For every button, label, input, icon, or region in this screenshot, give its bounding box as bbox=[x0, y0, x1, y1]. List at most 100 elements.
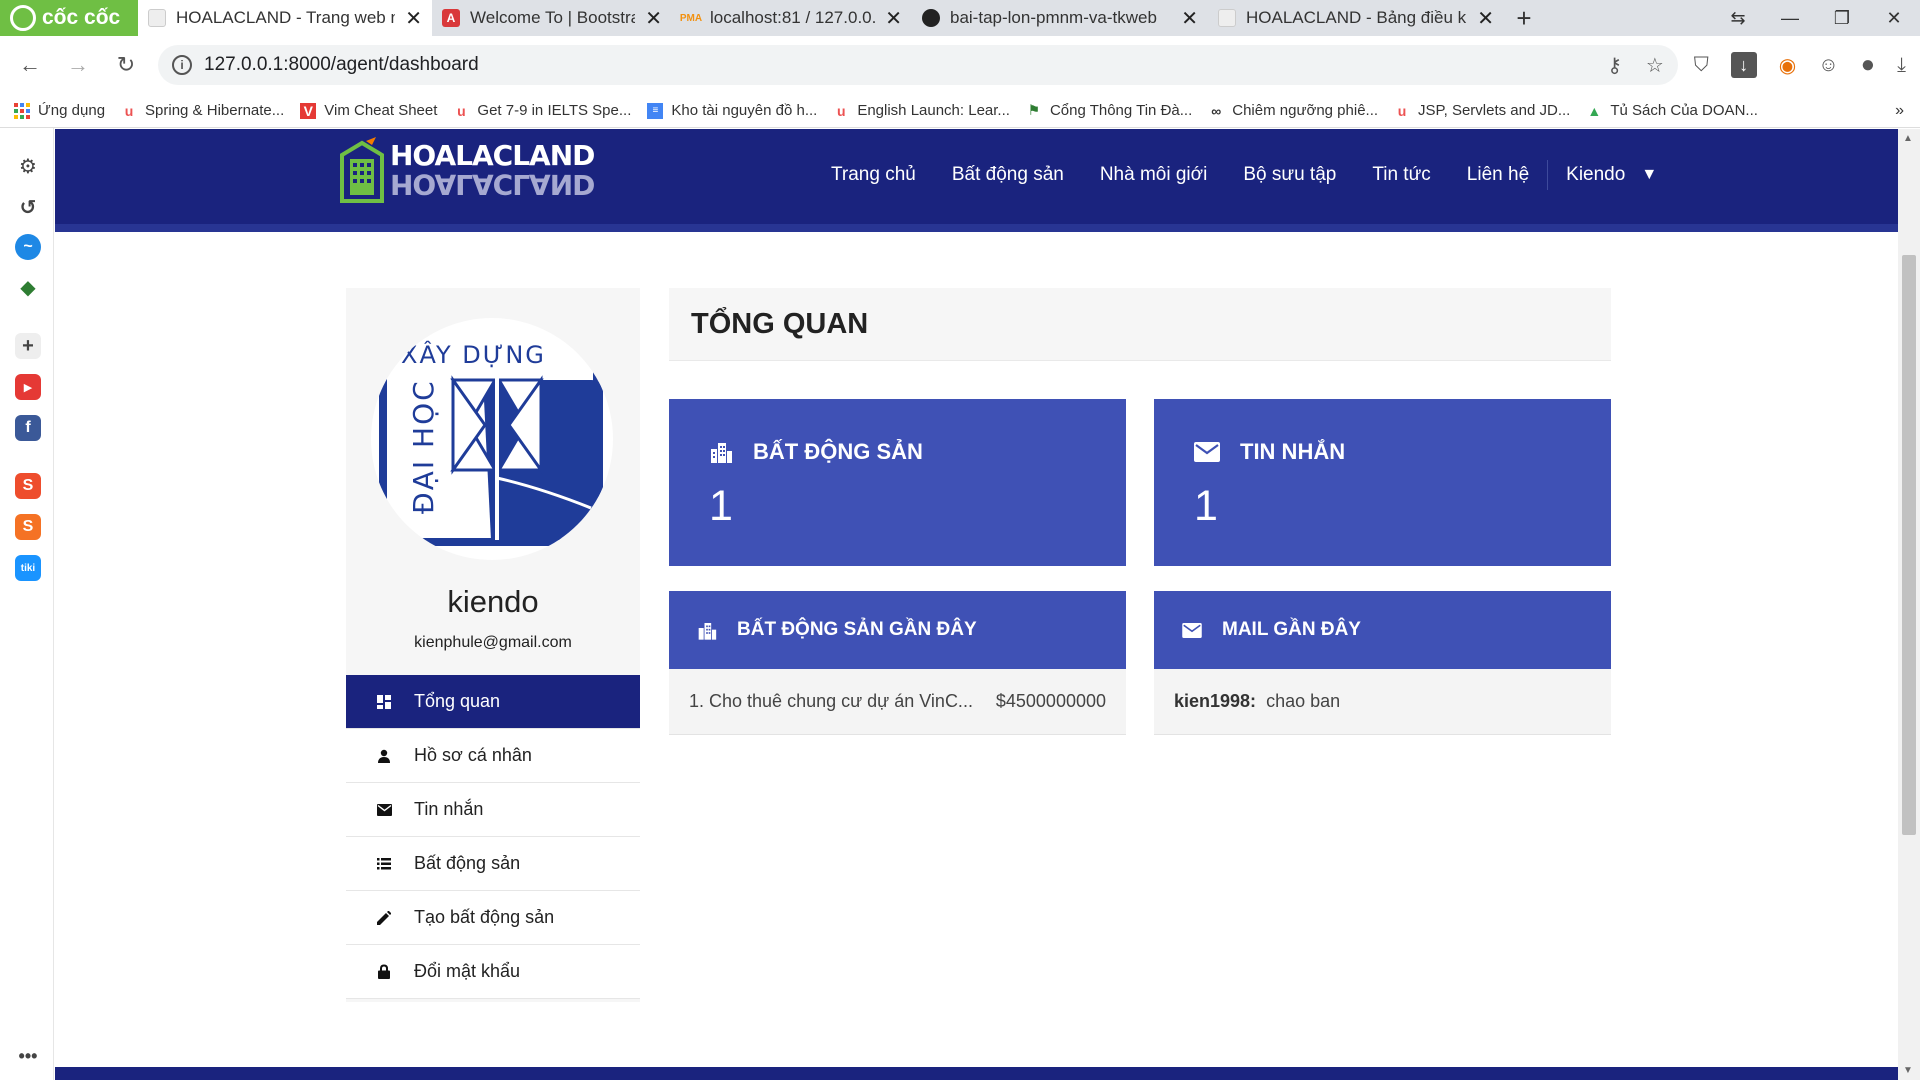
gear-icon[interactable]: ⚙ bbox=[15, 153, 41, 179]
nav-contact[interactable]: Liên hệ bbox=[1449, 164, 1547, 186]
page-favicon-icon bbox=[148, 9, 166, 27]
tab-hoalacland[interactable]: HOALACLAND - Trang web n ✕ bbox=[138, 0, 432, 36]
tab-title: HOALACLAND - Bảng điều kh bbox=[1246, 8, 1468, 27]
download-extension-icon[interactable]: ↓ bbox=[1730, 52, 1757, 78]
minimize-button[interactable]: — bbox=[1764, 0, 1816, 36]
site-footer bbox=[55, 1067, 1898, 1080]
menu-item-label: Tổng quan bbox=[414, 691, 501, 711]
building-icon bbox=[697, 621, 717, 640]
menu-item-create-property[interactable]: Tạo bất động sản bbox=[346, 891, 640, 945]
tab-phpmyadmin[interactable]: PMA localhost:81 / 127.0.0.1 / hoa ✕ bbox=[672, 0, 912, 36]
menu-item-profile[interactable]: Hồ sơ cá nhân bbox=[346, 729, 640, 783]
profile-avatar-icon[interactable]: ● bbox=[1861, 51, 1876, 79]
restore-button[interactable]: ❐ bbox=[1816, 0, 1868, 36]
bookmark-item[interactable]: u English Launch: Lear... bbox=[833, 102, 1010, 119]
youtube-icon[interactable]: ▶ bbox=[15, 374, 41, 400]
bookmark-item[interactable]: u Get 7-9 in IELTS Spe... bbox=[453, 102, 631, 119]
bookmark-item[interactable]: Ứng dụng bbox=[14, 102, 105, 119]
browser-brand-label: cốc cốc bbox=[42, 6, 121, 29]
nav-user-menu[interactable]: Kiendo bbox=[1548, 164, 1625, 186]
bookmark-item[interactable]: u JSP, Servlets and JD... bbox=[1394, 102, 1571, 119]
site-logo[interactable]: HOALACLAND HOALACLAND bbox=[336, 132, 595, 208]
scroll-up-icon[interactable]: ▲ bbox=[1903, 133, 1913, 144]
building-icon bbox=[709, 441, 733, 463]
tab-search-icon[interactable]: ⇆ bbox=[1712, 0, 1764, 36]
tab-github[interactable]: bai-tap-lon-pmnm-va-tkweb ✕ bbox=[912, 0, 1208, 36]
bookmark-label: Chiêm ngưỡng phiê... bbox=[1232, 102, 1379, 119]
nav-gallery[interactable]: Bộ sưu tập bbox=[1225, 164, 1354, 186]
add-icon[interactable]: + bbox=[15, 333, 41, 359]
key-icon[interactable]: ⚷ bbox=[1607, 53, 1622, 78]
close-icon[interactable]: ✕ bbox=[645, 6, 662, 31]
bookmark-label: JSP, Servlets and JD... bbox=[1418, 102, 1571, 119]
bookmark-item[interactable]: V Vim Cheat Sheet bbox=[300, 102, 437, 119]
bookmark-label: Get 7-9 in IELTS Spe... bbox=[477, 102, 632, 119]
bookmark-item[interactable]: u Spring & Hibernate... bbox=[121, 102, 285, 119]
stat-card-messages[interactable]: TIN NHẮN 1 bbox=[1154, 399, 1611, 566]
bookmark-item[interactable]: ▲ Tủ Sách Của DOAN... bbox=[1586, 102, 1758, 119]
caret-down-icon[interactable]: ▼ bbox=[1641, 166, 1657, 184]
page-favicon-icon bbox=[1218, 9, 1236, 27]
nav-properties[interactable]: Bất động sản bbox=[934, 164, 1082, 186]
shield-icon[interactable]: ⛉ bbox=[1694, 54, 1709, 77]
site-logo-text: HOALACLAND HOALACLAND bbox=[390, 142, 595, 202]
bookmark-item[interactable]: ≡ Kho tài nguyên đồ h... bbox=[647, 102, 817, 119]
tab-hoalacland-dashboard[interactable]: HOALACLAND - Bảng điều kh ✕ bbox=[1208, 0, 1504, 36]
page-scrollbar[interactable]: ▲ ▼ bbox=[1898, 129, 1920, 1080]
gamepad-icon[interactable]: ◆ bbox=[15, 274, 41, 300]
close-icon[interactable]: ✕ bbox=[405, 6, 422, 31]
property-title[interactable]: 1. Cho thuê chung cư dự án VinC... bbox=[689, 691, 976, 712]
url-text[interactable]: 127.0.0.1:8000/agent/dashboard bbox=[204, 54, 1595, 76]
menu-item-properties[interactable]: Bất động sản bbox=[346, 837, 640, 891]
scrollbar-thumb[interactable] bbox=[1902, 255, 1916, 835]
list-item[interactable]: kien1998: chao ban bbox=[1154, 669, 1611, 735]
history-icon[interactable]: ↺ bbox=[15, 194, 41, 220]
new-tab-button[interactable]: + bbox=[1504, 0, 1544, 36]
tab-bootstrap[interactable]: A Welcome To | Bootstrap Base ✕ bbox=[432, 0, 672, 36]
bookmarks-more-button[interactable]: » bbox=[1895, 102, 1904, 120]
forward-button[interactable]: → bbox=[62, 49, 94, 81]
downloads-icon[interactable]: ⤓ bbox=[1897, 54, 1906, 77]
shopee-sale-icon[interactable]: S bbox=[15, 514, 41, 540]
tiki-icon[interactable]: tiki bbox=[15, 555, 41, 581]
extension-icon[interactable]: ☺ bbox=[1818, 54, 1838, 77]
close-icon[interactable]: ✕ bbox=[885, 6, 902, 31]
browser-brand[interactable]: cốc cốc bbox=[0, 0, 138, 36]
list-item[interactable]: 1. Cho thuê chung cư dự án VinC... $4500… bbox=[669, 669, 1126, 735]
stat-value: 1 bbox=[1194, 482, 1218, 530]
bookmark-item[interactable]: ∞ Chiêm ngưỡng phiê... bbox=[1208, 102, 1378, 119]
shopee-icon[interactable]: S bbox=[15, 473, 41, 499]
dashboard-icon bbox=[376, 694, 392, 710]
mail-sender: kien1998: bbox=[1174, 691, 1257, 711]
reload-button[interactable]: ↻ bbox=[110, 49, 142, 81]
close-icon[interactable]: ✕ bbox=[1181, 6, 1198, 31]
avatar[interactable]: XÂY DỰNG ĐẠI HỌC bbox=[371, 318, 613, 560]
menu-item-change-password[interactable]: Đổi mật khẩu bbox=[346, 945, 640, 999]
nav-home[interactable]: Trang chủ bbox=[813, 164, 934, 186]
close-window-button[interactable]: ✕ bbox=[1868, 0, 1920, 36]
menu-item-overview[interactable]: Tổng quan bbox=[346, 675, 640, 729]
facebook-icon[interactable]: f bbox=[15, 415, 41, 441]
profile-menu: Tổng quan Hồ sơ cá nhân Tin nhắn Bất độn… bbox=[346, 675, 640, 999]
back-button[interactable]: ← bbox=[14, 49, 46, 81]
bookmark-star-icon[interactable]: ☆ bbox=[1646, 53, 1664, 78]
stat-label: TIN NHẮN bbox=[1240, 439, 1346, 464]
profile-card: XÂY DỰNG ĐẠI HỌC kiendo kienphule@gmail.… bbox=[346, 288, 640, 1002]
coccoc-logo-icon bbox=[10, 5, 36, 31]
messenger-icon[interactable]: ~ bbox=[15, 234, 41, 260]
stat-label: BẤT ĐỘNG SẢN bbox=[753, 439, 923, 464]
stat-card-properties[interactable]: BẤT ĐỘNG SẢN 1 bbox=[669, 399, 1126, 566]
more-icon[interactable]: ••• bbox=[15, 1043, 41, 1069]
extension-icon[interactable]: ◉ bbox=[1779, 53, 1796, 78]
bookmark-item[interactable]: ⚑ Cổng Thông Tin Đà... bbox=[1026, 102, 1193, 119]
docs-icon: ≡ bbox=[647, 102, 664, 119]
site-info-icon[interactable]: i bbox=[172, 55, 192, 75]
menu-item-messages[interactable]: Tin nhắn bbox=[346, 783, 640, 837]
nav-agents[interactable]: Nhà môi giới bbox=[1082, 164, 1226, 186]
window-controls: ⇆ — ❐ ✕ bbox=[1712, 0, 1920, 36]
scroll-down-icon[interactable]: ▼ bbox=[1903, 1065, 1913, 1076]
close-icon[interactable]: ✕ bbox=[1477, 6, 1494, 31]
building-logo-icon bbox=[340, 137, 384, 203]
address-bar[interactable]: i 127.0.0.1:8000/agent/dashboard ⚷ ☆ bbox=[158, 45, 1678, 85]
nav-news[interactable]: Tin tức bbox=[1354, 164, 1448, 186]
